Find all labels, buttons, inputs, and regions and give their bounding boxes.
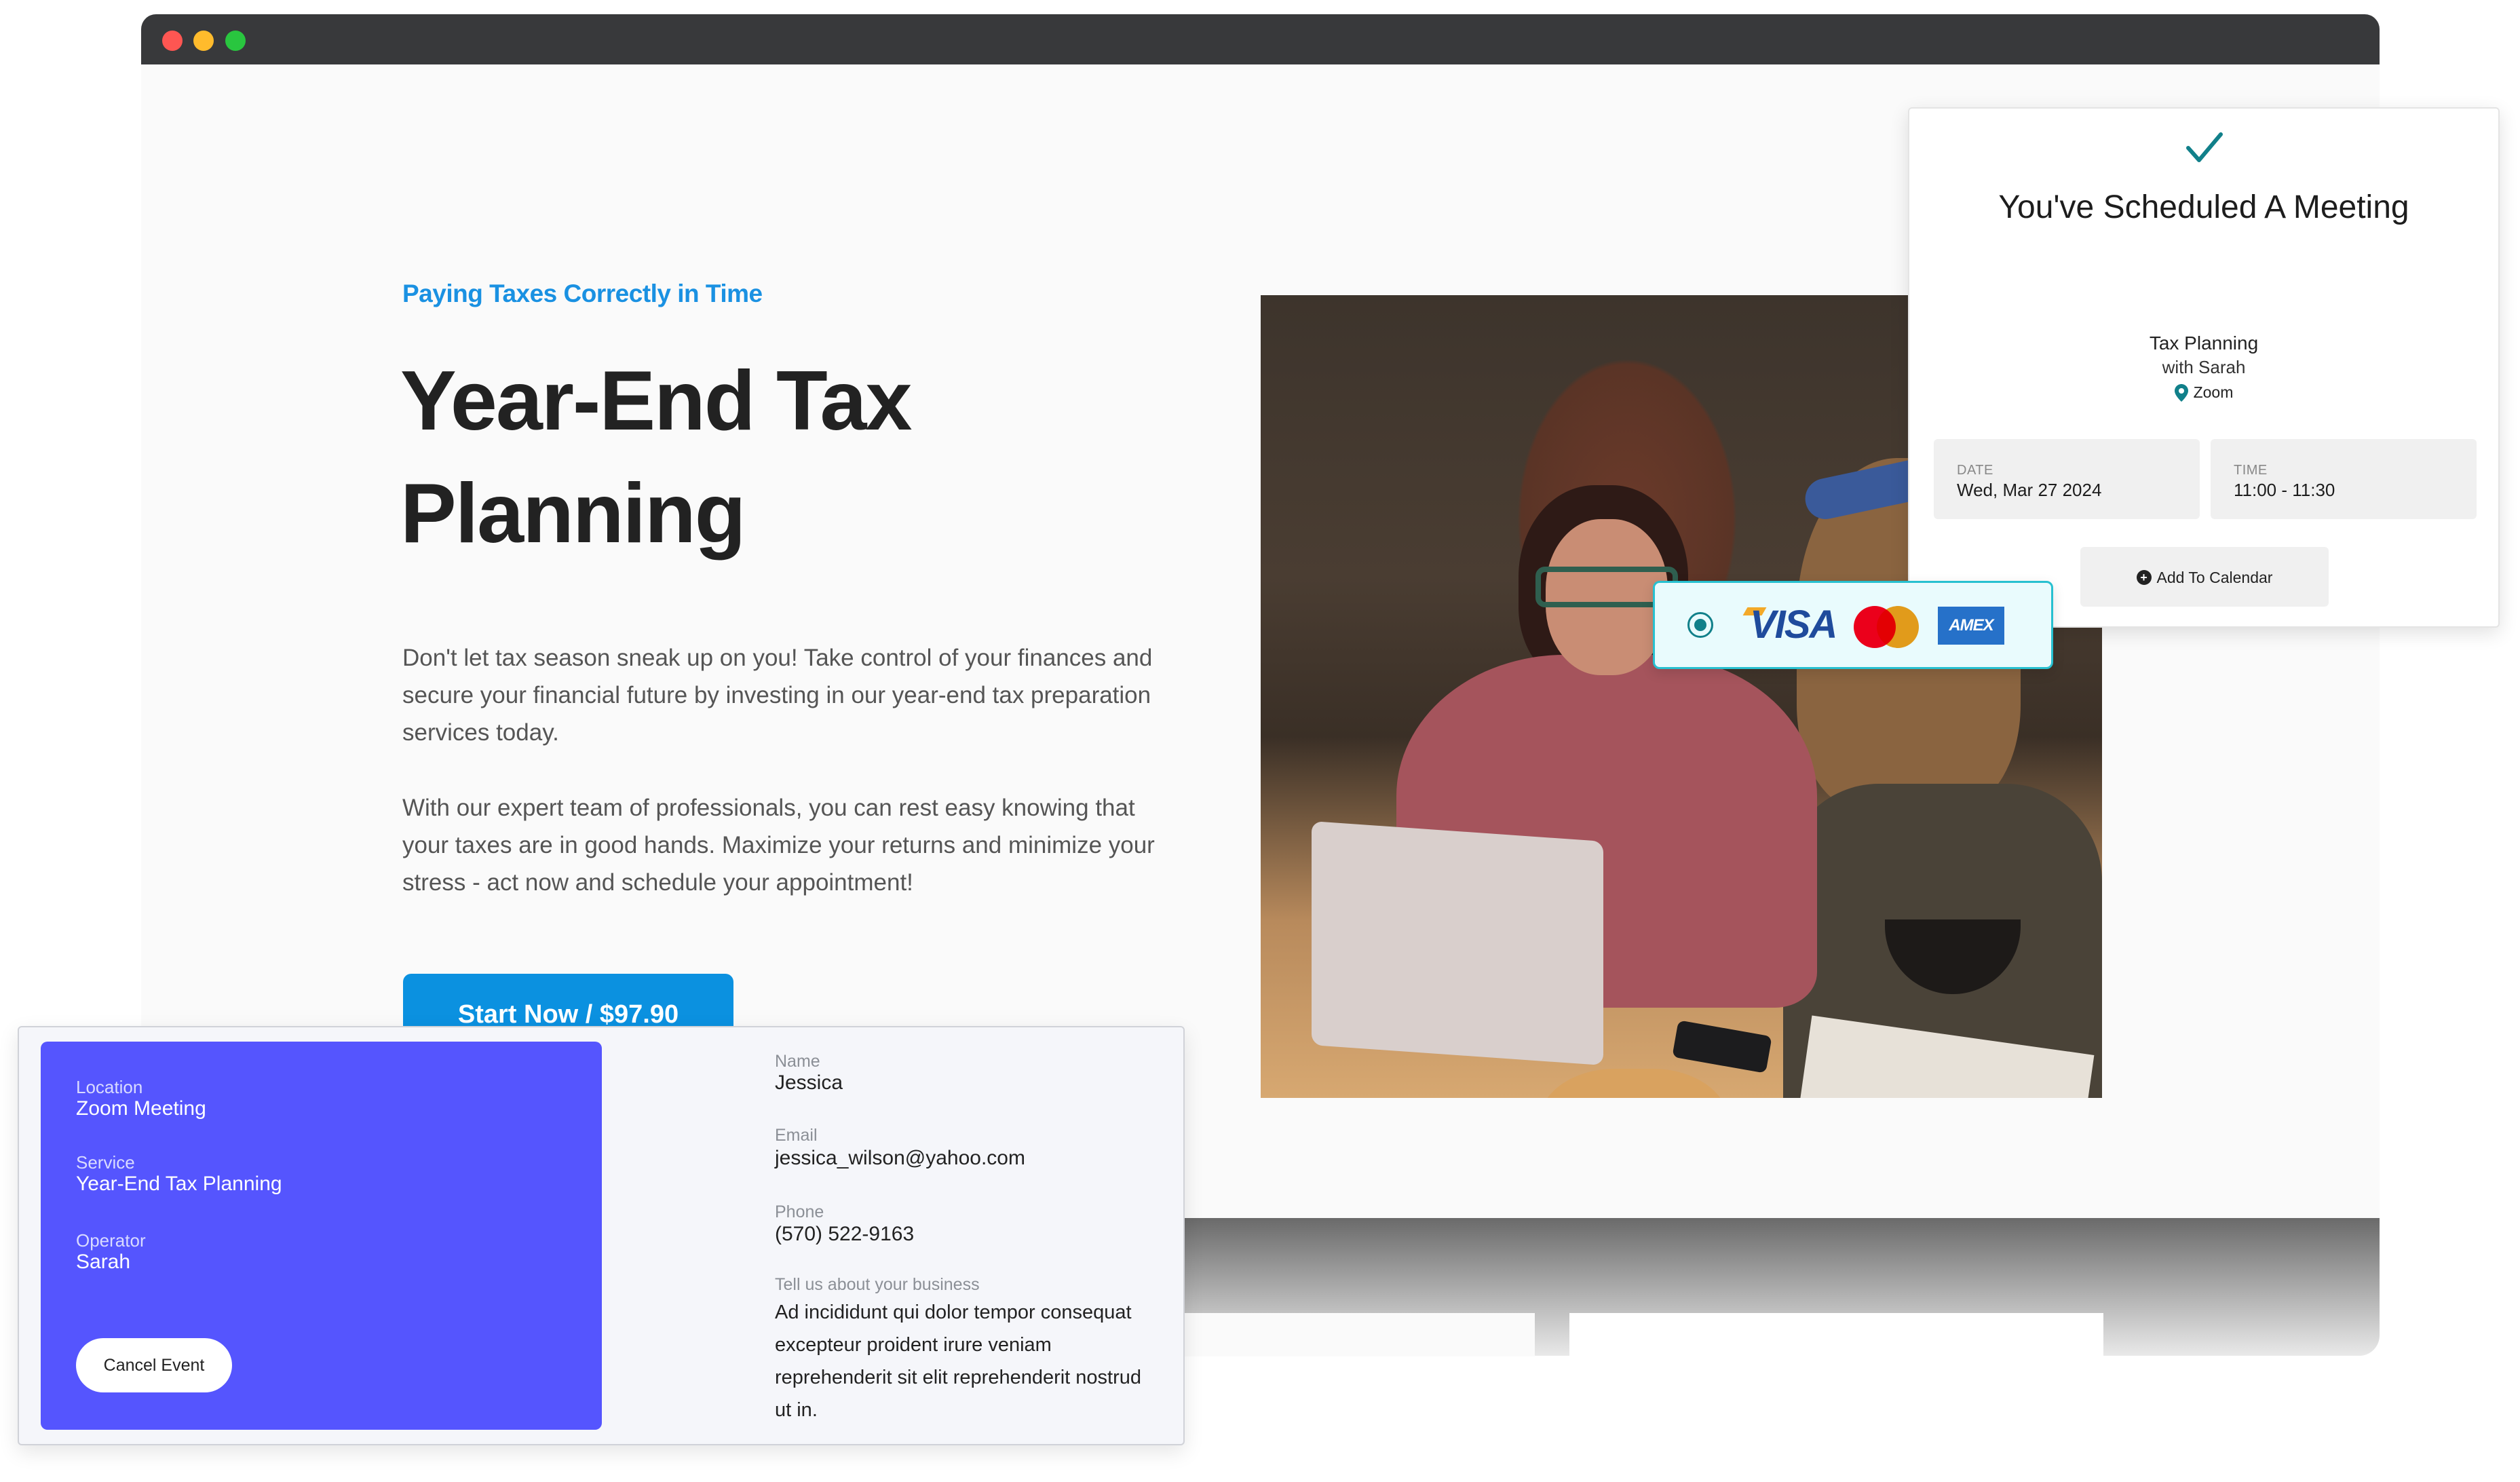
hero-paragraph: Don't let tax season sneak up on you! Ta… <box>402 645 1153 746</box>
email-value: jessica_wilson@yahoo.com <box>775 1147 1025 1169</box>
add-to-calendar-label: Add To Calendar <box>2156 569 2273 586</box>
photo-detail <box>1672 1020 1772 1074</box>
service-location: Zoom <box>1909 383 2498 402</box>
minimize-window-button[interactable] <box>193 31 214 51</box>
photo-detail <box>1312 820 1603 1066</box>
footer-block <box>1569 1313 2103 1356</box>
time-value: 11:00 - 11:30 <box>2234 480 2335 500</box>
business-value: Ad incididunt qui dolor tempor consequat… <box>775 1302 1142 1421</box>
radio-selected-dot <box>1694 619 1706 631</box>
confirmation-title: You've Scheduled A Meeting <box>1998 189 2409 225</box>
amex-logo-icon: AMEX <box>1938 607 2004 645</box>
location-label: Location <box>76 1077 143 1097</box>
confirmation-card: You've Scheduled A Meeting Tax Planning … <box>1908 107 2500 628</box>
booking-details-card: Location Zoom Meeting Service Year-End T… <box>18 1026 1185 1445</box>
date-box: DATE Wed, Mar 27 2024 <box>1934 439 2200 519</box>
location-value: Zoom Meeting <box>76 1097 206 1120</box>
phone-label: Phone <box>775 1202 824 1221</box>
service-operator: with Sarah <box>2162 357 2246 377</box>
date-label: DATE <box>1957 463 1993 478</box>
business-label: Tell us about your business <box>775 1275 980 1294</box>
payment-radio[interactable] <box>1687 612 1713 638</box>
payment-method-option[interactable]: VISA AMEX <box>1653 581 2053 669</box>
browser-titlebar <box>141 14 2380 64</box>
email-label: Email <box>775 1126 818 1145</box>
plus-circle-icon: + <box>2136 570 2152 585</box>
add-to-calendar-button[interactable]: + Add To Calendar <box>2080 547 2329 607</box>
time-label: TIME <box>2234 463 2268 478</box>
name-label: Name <box>775 1052 820 1071</box>
hero-paragraph: With our expert team of professionals, y… <box>402 795 1155 896</box>
operator-value: Sarah <box>76 1251 131 1273</box>
visa-logo-icon: VISA <box>1750 603 1837 647</box>
service-name: Tax Planning <box>2149 332 2259 354</box>
booking-summary-panel: Location Zoom Meeting Service Year-End T… <box>41 1042 602 1430</box>
check-icon <box>2186 132 2223 162</box>
operator-label: Operator <box>76 1230 146 1251</box>
location-label: Zoom <box>2193 383 2234 401</box>
name-value: Jessica <box>775 1071 843 1094</box>
phone-value: (570) 522-9163 <box>775 1223 915 1245</box>
time-box: TIME 11:00 - 11:30 <box>2211 439 2477 519</box>
maximize-window-button[interactable] <box>225 31 246 51</box>
date-value: Wed, Mar 27 2024 <box>1957 480 2102 500</box>
close-window-button[interactable] <box>162 31 183 51</box>
location-pin-icon <box>2174 384 2188 402</box>
photo-detail <box>1539 1069 1729 1098</box>
hero-eyebrow: Paying Taxes Correctly in Time <box>402 280 763 307</box>
service-label: Service <box>76 1152 135 1173</box>
mastercard-logo-icon <box>1877 606 1919 648</box>
cancel-event-button[interactable]: Cancel Event <box>76 1338 232 1392</box>
service-value: Year-End Tax Planning <box>76 1173 282 1195</box>
hero-title: Year-End Tax Planning <box>400 354 912 560</box>
